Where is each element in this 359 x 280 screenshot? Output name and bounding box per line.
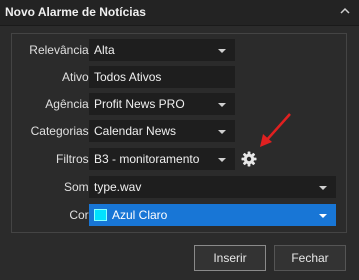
- collapse-icon[interactable]: [340, 7, 350, 17]
- ativo-label: Ativo:: [61, 70, 92, 84]
- insert-button[interactable]: Inserir: [194, 245, 266, 271]
- ativo-input[interactable]: Todos Ativos: [89, 66, 235, 88]
- filtros-select[interactable]: B3 - monitoramento: [89, 148, 235, 170]
- categorias-label: Categorias:: [30, 124, 92, 138]
- red-arrow-icon: [260, 113, 291, 147]
- row-som: Som: type.wav: [12, 176, 346, 198]
- relevancia-select[interactable]: Alta: [89, 39, 235, 61]
- categorias-select[interactable]: Calendar News: [89, 120, 235, 142]
- filtros-label: Filtros:: [56, 152, 92, 166]
- close-button[interactable]: Fechar: [274, 245, 346, 271]
- row-cor: Cor: Azul Claro: [12, 204, 346, 226]
- title-bar: Novo Alarme de Notícias: [0, 0, 359, 26]
- gear-icon[interactable]: [241, 151, 257, 167]
- cor-select[interactable]: Azul Claro: [89, 204, 336, 226]
- agencia-select[interactable]: Profit News PRO: [89, 93, 235, 115]
- window-title: Novo Alarme de Notícias: [5, 5, 146, 19]
- cor-value: Azul Claro: [112, 208, 168, 222]
- row-relevancia: Relevância: Alta: [12, 39, 346, 61]
- som-select[interactable]: type.wav: [89, 176, 336, 198]
- agencia-label: Agência:: [45, 97, 92, 111]
- row-ativo: Ativo: Todos Ativos: [12, 66, 346, 88]
- som-label: Som:: [63, 180, 92, 194]
- alarm-form: Relevância: Alta Ativo: Todos Ativos Agê…: [11, 33, 347, 233]
- color-swatch: [94, 209, 107, 221]
- row-filtros: Filtros: B3 - monitoramento: [12, 113, 346, 170]
- relevancia-label: Relevância:: [29, 43, 92, 57]
